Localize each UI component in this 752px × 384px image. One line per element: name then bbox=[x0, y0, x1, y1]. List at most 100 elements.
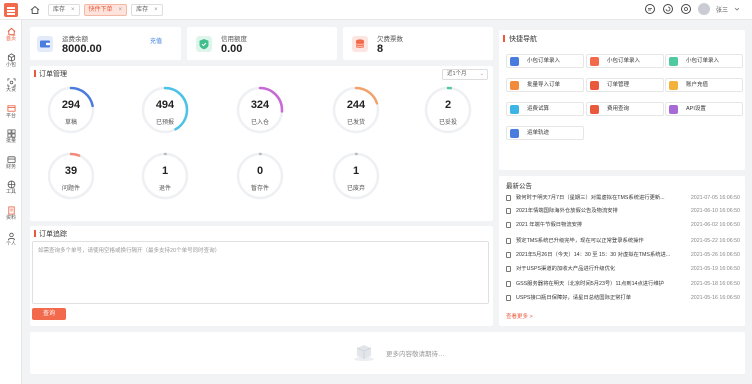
sidebar-item-cargo[interactable]: 大货 bbox=[0, 76, 22, 98]
empty-box-icon bbox=[354, 345, 374, 361]
period-select[interactable]: 近1个月 ⌄ bbox=[442, 69, 488, 80]
balance-card: 运费余额 8000.00 充值 bbox=[30, 27, 181, 60]
document-icon bbox=[669, 57, 678, 66]
announcement-item[interactable]: 致何时于明天7月7日（星期三）对需虚拟在TMS系统进行更新... 2021-07-… bbox=[506, 193, 740, 203]
receipt-icon bbox=[590, 105, 599, 114]
quick-small-order-entry-button[interactable]: 小包订单录入 bbox=[506, 54, 584, 68]
message-icon[interactable] bbox=[644, 3, 656, 15]
balance-value: 8000.00 bbox=[62, 43, 102, 55]
announcement-item[interactable]: 对于USPS渠道的加收大产品进行升级优化 2021-05-19 16:06:50 bbox=[506, 264, 740, 274]
quick-batch-import-button[interactable]: 批量导入订单 bbox=[506, 78, 584, 92]
ring-held[interactable]: 0 暂存件 bbox=[235, 151, 285, 201]
tab-close-icon[interactable]: × bbox=[154, 5, 158, 15]
route-icon bbox=[510, 129, 519, 138]
package-icon bbox=[7, 53, 15, 62]
ring-forecast[interactable]: 494 已预报 bbox=[140, 85, 190, 135]
sidebar-item-batch[interactable]: 批量 bbox=[0, 127, 22, 149]
batch-icon bbox=[7, 129, 15, 138]
avatar[interactable] bbox=[697, 3, 710, 15]
quick-recharge-button[interactable]: 账户充值 bbox=[665, 78, 743, 92]
tracking-number-input[interactable]: 如需查询多个单号，请使用空格或换行隔开（最多支持20个单号同时查询） bbox=[32, 241, 489, 304]
sidebar-item-finance[interactable]: 财务 bbox=[0, 153, 22, 175]
announcement-item[interactable]: 2021 年端午节假日物流安排 2021-06-02 16:06:50 bbox=[506, 220, 740, 230]
recharge-link[interactable]: 充值 bbox=[150, 36, 162, 45]
home-icon bbox=[7, 27, 15, 36]
ring-problem[interactable]: 39 问题件 bbox=[46, 151, 96, 201]
quick-small-order-entry-button-3[interactable]: 小包订单录入 bbox=[665, 54, 743, 68]
sidebar-item-user[interactable]: 个人 bbox=[0, 230, 22, 252]
credit-value: 0.00 bbox=[221, 43, 243, 55]
sidebar-item-tools[interactable]: 工具 bbox=[0, 178, 22, 200]
quick-fee-query-button[interactable]: 费用查询 bbox=[586, 102, 664, 116]
sidebar-item-package[interactable]: 小包 bbox=[0, 51, 22, 73]
document-icon bbox=[506, 208, 511, 214]
database-icon bbox=[352, 36, 368, 52]
credit-label: 信用额度 bbox=[221, 36, 247, 43]
order-tracking-title: 订单追踪 bbox=[34, 229, 67, 239]
docs-icon bbox=[7, 206, 15, 215]
document-icon bbox=[506, 281, 511, 287]
wallet-icon bbox=[669, 81, 678, 90]
query-button[interactable]: 查询 bbox=[32, 308, 66, 320]
home-icon[interactable] bbox=[28, 3, 42, 17]
page-tabs: 库存 × 快件下单 × 库存 × bbox=[48, 4, 163, 16]
order-management-title: 订单管理 bbox=[34, 69, 67, 79]
tab-inventory-2[interactable]: 库存 × bbox=[131, 4, 163, 16]
platform-icon bbox=[6, 105, 16, 112]
list-icon bbox=[590, 81, 599, 90]
announcement-item[interactable]: 预定TMS系统已升级完毕，现在可以正常登录系统操作 2021-05-22 16:0… bbox=[506, 236, 740, 246]
credit-card: 信用额度 0.00 bbox=[187, 27, 337, 60]
announcement-item[interactable]: USPS接口瓶日保障好，请星日总结国际正常打单 2021-05-16 16:06:… bbox=[506, 293, 740, 303]
overdue-value: 8 bbox=[377, 43, 384, 55]
announcement-item[interactable]: 2021年情端国际海外仓放假公告及物流安排 2021-06-10 16:06:50 bbox=[506, 206, 740, 216]
ring-discarded[interactable]: 1 已废弃 bbox=[331, 151, 381, 201]
sidebar-item-home[interactable]: 首页 bbox=[0, 25, 22, 47]
document-icon bbox=[590, 57, 599, 66]
tab-express-order[interactable]: 快件下单 × bbox=[83, 4, 128, 16]
refresh-icon[interactable] bbox=[662, 3, 674, 15]
cargo-icon bbox=[6, 78, 16, 87]
settings-icon[interactable] bbox=[680, 3, 692, 15]
ring-returned[interactable]: 1 退件 bbox=[140, 151, 190, 201]
ring-warehoused[interactable]: 324 已入仓 bbox=[235, 85, 285, 135]
document-icon bbox=[510, 57, 519, 66]
overdue-card: 欠费票数 8 bbox=[343, 27, 493, 60]
document-icon bbox=[506, 252, 511, 258]
announcement-item[interactable]: GSS服务器将在明天（北京时间5月23号）11点到14点进行维护 2021-05-… bbox=[506, 279, 740, 289]
import-icon bbox=[510, 81, 519, 90]
api-icon bbox=[669, 105, 678, 114]
quick-small-order-entry-button-2[interactable]: 小包订单录入 bbox=[586, 54, 664, 68]
menu-toggle-button[interactable] bbox=[4, 3, 18, 17]
balance-label: 运费余额 bbox=[62, 36, 88, 43]
document-icon bbox=[506, 295, 511, 301]
wallet-icon bbox=[37, 36, 53, 52]
tab-close-icon[interactable]: × bbox=[119, 5, 123, 15]
quick-order-management-button[interactable]: 订单管理 bbox=[586, 78, 664, 92]
sidebar: 首页 小包 大货 平台 批量 财务 工具 资料 个人 bbox=[0, 20, 22, 384]
top-right-tools: 张三 bbox=[644, 3, 740, 15]
quick-tracking-button[interactable]: 运单轨迹 bbox=[506, 126, 584, 140]
ring-draft[interactable]: 294 草稿 bbox=[46, 85, 96, 135]
tab-inventory[interactable]: 库存 × bbox=[48, 4, 80, 16]
quick-api-settings-button[interactable]: API设置 bbox=[665, 102, 743, 116]
announcement-item[interactable]: 2021年5月26日（今天）14：30 至 15：30 对虚拟在TMS系统进..… bbox=[506, 250, 740, 260]
finance-icon bbox=[6, 156, 16, 164]
coming-soon-text: 更多内容敬请期待… bbox=[386, 351, 445, 358]
quick-nav-card bbox=[499, 30, 745, 170]
document-icon bbox=[506, 238, 511, 244]
tools-icon bbox=[7, 180, 15, 189]
ring-shipped[interactable]: 244 已发货 bbox=[331, 85, 381, 135]
ring-delivered[interactable]: 2 已妥投 bbox=[423, 85, 473, 135]
overdue-label: 欠费票数 bbox=[377, 36, 403, 43]
sidebar-item-platform[interactable]: 平台 bbox=[0, 102, 22, 124]
view-more-link[interactable]: 查看更多 > bbox=[506, 312, 533, 320]
tab-close-icon[interactable]: × bbox=[71, 5, 75, 15]
chevron-down-icon[interactable] bbox=[734, 6, 740, 12]
sidebar-item-docs[interactable]: 资料 bbox=[0, 204, 22, 226]
username[interactable]: 张三 bbox=[716, 5, 728, 14]
quick-freight-estimate-button[interactable]: 运费试算 bbox=[506, 102, 584, 116]
document-icon bbox=[506, 195, 511, 201]
calculator-icon bbox=[510, 105, 519, 114]
top-bar: 库存 × 快件下单 × 库存 × 张三 bbox=[0, 0, 752, 20]
shield-icon bbox=[196, 36, 212, 52]
